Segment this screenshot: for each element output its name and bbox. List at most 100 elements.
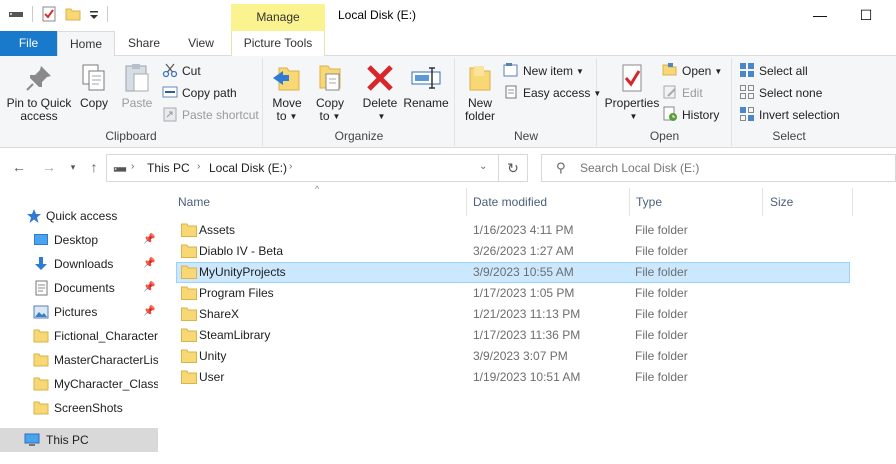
rename-button[interactable]: Rename	[403, 62, 449, 110]
nav-item-label: ScreenShots	[54, 401, 123, 415]
search-input[interactable]	[580, 159, 880, 177]
file-name: MyUnityProjects	[199, 265, 286, 279]
search-box[interactable]: ⚲	[541, 154, 896, 182]
open-group: Properties ▼ Open ▼ Edit History Open	[598, 58, 732, 146]
file-type: File folder	[635, 286, 688, 300]
column-separator[interactable]	[629, 188, 630, 216]
file-name: Program Files	[199, 286, 274, 300]
delete-button[interactable]: Delete ▼	[360, 62, 400, 123]
recent-locations-chevron-icon[interactable]: ▾	[64, 158, 82, 176]
new-folder-button[interactable]: New folder	[460, 62, 500, 123]
copy-to-label1: Copy	[315, 96, 344, 110]
table-row[interactable]: Unity 3/9/2023 3:07 PM File folder	[176, 346, 850, 367]
nav-item-folder[interactable]: ScreenShots	[0, 396, 158, 420]
edit-button[interactable]: Edit	[662, 83, 703, 103]
column-header-size[interactable]: Size	[770, 188, 793, 216]
column-header-name[interactable]: Name	[178, 188, 210, 216]
nav-item-documents[interactable]: Documents 📌	[0, 276, 158, 300]
breadcrumb-chevron-icon[interactable]: ›	[289, 161, 292, 172]
tab-view[interactable]: View	[175, 31, 227, 56]
paste-shortcut-button[interactable]: Paste shortcut	[162, 105, 259, 125]
file-date: 1/19/2023 10:51 AM	[473, 370, 581, 384]
nav-item-folder[interactable]: MasterCharacterList	[0, 348, 158, 372]
paste-shortcut-label: Paste shortcut	[182, 108, 259, 122]
move-to-button[interactable]: Move to ▼	[270, 62, 304, 123]
nav-item-desktop[interactable]: Desktop 📌	[0, 228, 158, 252]
nav-item-pictures[interactable]: Pictures 📌	[0, 300, 158, 324]
properties-dropdown-icon: ▼	[629, 112, 638, 121]
table-row[interactable]: Diablo IV - Beta 3/26/2023 1:27 AM File …	[176, 241, 850, 262]
new-item-dropdown-icon: ▼	[576, 67, 584, 76]
history-button[interactable]: History	[662, 105, 719, 125]
forward-arrow-icon[interactable]: →	[40, 158, 58, 176]
star-icon	[27, 209, 41, 223]
copy-to-button[interactable]: Copy to ▼	[312, 62, 348, 123]
maximize-button[interactable]: ☐	[851, 4, 881, 26]
table-row[interactable]: SteamLibrary 1/17/2023 11:36 PM File fol…	[176, 325, 850, 346]
breadcrumb-local-disk[interactable]: Local Disk (E:)	[209, 161, 287, 175]
nav-this-pc[interactable]: This PC	[0, 428, 158, 452]
up-arrow-icon[interactable]: ↑	[85, 158, 103, 176]
manage-context-tab[interactable]: Manage	[231, 4, 325, 31]
quick-access-toolbar	[8, 6, 108, 22]
copy-button[interactable]: Copy	[76, 62, 112, 110]
nav-quick-access[interactable]: Quick access	[0, 204, 158, 228]
scissors-icon	[162, 62, 178, 78]
sort-ascending-icon: ^	[315, 184, 320, 194]
select-all-button[interactable]: Select all	[739, 61, 808, 81]
breadcrumb-chevron-icon[interactable]: ›	[197, 161, 200, 172]
table-row[interactable]: Assets 1/16/2023 4:11 PM File folder	[176, 220, 850, 241]
drive-icon	[113, 167, 127, 172]
nav-item-downloads[interactable]: Downloads 📌	[0, 252, 158, 276]
table-row-selected[interactable]: MyUnityProjects 3/9/2023 10:55 AM File f…	[176, 262, 850, 283]
drive-icon[interactable]	[8, 6, 24, 22]
select-group: Select all Select none Invert selection …	[733, 58, 845, 146]
folder-icon	[181, 349, 197, 363]
invert-selection-button[interactable]: Invert selection	[739, 105, 840, 125]
nav-item-folder[interactable]: Fictional_Character_	[0, 324, 158, 348]
easy-access-button[interactable]: Easy access ▼	[503, 83, 601, 103]
tab-share[interactable]: Share	[118, 31, 170, 56]
search-icon: ⚲	[556, 160, 566, 175]
open-label: Open	[682, 64, 712, 78]
back-arrow-icon[interactable]: ←	[10, 158, 28, 176]
customize-dropdown-icon[interactable]	[89, 6, 99, 22]
properties-button[interactable]: Properties ▼	[604, 62, 660, 123]
breadcrumb-chevron-icon[interactable]: ›	[131, 161, 134, 172]
select-none-button[interactable]: Select none	[739, 83, 822, 103]
column-header-date-modified[interactable]: Date modified	[473, 188, 547, 216]
tab-home[interactable]: Home	[57, 31, 115, 57]
new-item-button[interactable]: New item ▼	[503, 61, 584, 81]
new-item-label: New item	[523, 64, 574, 78]
column-separator[interactable]	[466, 188, 467, 216]
cut-label: Cut	[182, 64, 201, 78]
copy-to-label2: to	[319, 109, 330, 123]
nav-item-folder[interactable]: MyCharacter_Classe	[0, 372, 158, 396]
open-button[interactable]: Open ▼	[662, 61, 722, 81]
table-row[interactable]: ShareX 1/21/2023 11:13 PM File folder	[176, 304, 850, 325]
column-separator[interactable]	[852, 188, 853, 216]
breadcrumb-this-pc[interactable]: This PC	[147, 161, 190, 175]
new-folder-icon[interactable]	[65, 6, 81, 22]
move-to-label2: to	[276, 109, 287, 123]
file-date: 3/9/2023 10:55 AM	[473, 265, 574, 279]
pin-to-quick-access-button[interactable]: Pin to Quick access	[4, 62, 74, 123]
select-none-label: Select none	[759, 86, 823, 100]
column-header-type[interactable]: Type	[636, 188, 662, 216]
properties-check-icon[interactable]	[41, 6, 57, 22]
address-bar[interactable]: › This PC › Local Disk (E:) › ⌄	[106, 154, 499, 182]
tab-file[interactable]: File	[0, 31, 57, 56]
minimize-button[interactable]: —	[805, 4, 835, 26]
cut-button[interactable]: Cut	[162, 61, 201, 81]
address-dropdown-chevron-icon[interactable]: ⌄	[479, 161, 487, 172]
pin-icon	[26, 66, 51, 91]
paste-button[interactable]: Paste	[118, 62, 156, 110]
table-row[interactable]: Program Files 1/17/2023 1:05 PM File fol…	[176, 283, 850, 304]
tab-picture-tools[interactable]: Picture Tools	[231, 31, 325, 56]
move-to-label1: Move	[272, 96, 302, 110]
copy-path-button[interactable]: Copy path	[162, 83, 237, 103]
refresh-button[interactable]: ↻	[499, 154, 528, 182]
documents-icon	[35, 280, 48, 296]
table-row[interactable]: User 1/19/2023 10:51 AM File folder	[176, 367, 850, 388]
column-separator[interactable]	[762, 188, 763, 216]
